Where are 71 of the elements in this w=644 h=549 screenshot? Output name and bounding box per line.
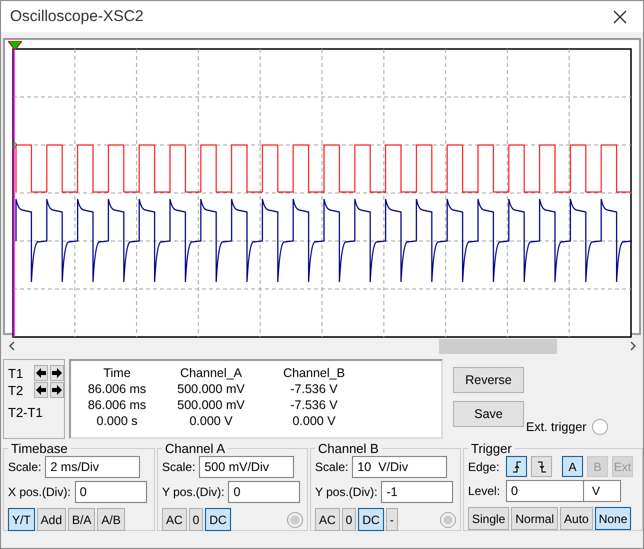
window-title: Oscilloscope-XSC2: [10, 8, 144, 26]
column-header: Channel_B: [282, 365, 346, 381]
falling-edge-icon: [536, 460, 546, 472]
level-field[interactable]: 0: [506, 480, 584, 502]
cursor-right-button[interactable]: [50, 365, 64, 381]
field-label: Y pos.(Div):: [315, 485, 378, 499]
field-label: Scale:: [162, 460, 196, 474]
coupling-button[interactable]: -: [386, 508, 398, 531]
group-title: Channel B: [317, 441, 380, 456]
table-cell-text: 86.006 ms: [86, 381, 148, 397]
table-cell-text: 86.006 ms: [86, 397, 148, 413]
coupling-button[interactable]: AC: [315, 508, 340, 531]
trigger-mode-button[interactable]: None: [594, 507, 632, 530]
coupling-button[interactable]: AC: [162, 508, 187, 531]
scroll-left-icon[interactable]: [8, 341, 16, 351]
scroll-right-icon[interactable]: [629, 341, 637, 351]
cursor-label: T2: [8, 382, 24, 398]
coupling-button[interactable]: DC: [358, 508, 384, 531]
field-label: Scale:: [8, 460, 42, 474]
field-label: Y pos.(Div):: [162, 485, 224, 499]
cursor-marker-icon[interactable]: [8, 41, 22, 50]
cursor-left-button[interactable]: [34, 365, 48, 381]
trace-marker-icon: [12, 142, 17, 148]
display-mode-button[interactable]: A/B: [97, 508, 125, 531]
rising-edge-icon: [512, 460, 522, 472]
edge-button[interactable]: [531, 456, 552, 477]
trigger-mode-button[interactable]: Normal: [511, 507, 558, 530]
scale-field[interactable]: 10 V/Div: [352, 456, 448, 478]
close-icon[interactable]: [613, 10, 627, 24]
column-header: Time: [102, 365, 132, 381]
scroll-thumb[interactable]: [439, 338, 557, 354]
position-field[interactable]: 0: [228, 481, 300, 503]
field-label: Scale:: [315, 460, 348, 474]
cursor-line[interactable]: [13, 49, 15, 337]
cursor-right-button[interactable]: [50, 382, 64, 398]
group-title: Channel A: [164, 441, 226, 456]
trigger-mode-button[interactable]: Auto: [560, 507, 593, 530]
table-cell-text: 500.000 mV: [176, 381, 246, 397]
field-label: Edge:: [468, 460, 500, 474]
table-cell-text: 0.000 V: [291, 413, 337, 429]
cursor-difference-label: T2-T1: [8, 405, 43, 420]
ext-trigger-radio[interactable]: [592, 419, 608, 435]
column-header: Channel_A: [179, 365, 243, 381]
field-label: X pos.(Div):: [8, 485, 71, 499]
display-mode-button[interactable]: B/A: [68, 508, 96, 531]
position-field[interactable]: -1: [381, 481, 454, 503]
table-cell-text: 0.000 V: [188, 413, 234, 429]
display-mode-button[interactable]: Y/T: [8, 508, 35, 531]
group-title: Trigger: [470, 441, 513, 456]
table-cell-text: 0.000 s: [95, 413, 138, 429]
level-unit: V: [583, 480, 621, 502]
reverse-button[interactable]: Reverse: [453, 367, 524, 393]
group-title: Timebase: [10, 441, 69, 456]
cursor-left-button[interactable]: [34, 382, 48, 398]
scale-field[interactable]: 2 ms/Div: [45, 456, 140, 478]
cursor-label: T1: [8, 366, 24, 380]
field-label: Level:: [468, 484, 502, 498]
coupling-button[interactable]: 0: [188, 508, 204, 531]
table-cell-text: 500.000 mV: [176, 397, 246, 413]
edge-button[interactable]: [506, 456, 527, 477]
ext-trigger-label: Ext. trigger: [526, 420, 586, 434]
save-button[interactable]: Save: [453, 401, 524, 427]
coupling-button[interactable]: DC: [205, 508, 231, 531]
coupling-button[interactable]: 0: [342, 508, 356, 531]
table-cell-text: -7.536 V: [289, 397, 339, 413]
table-cell-text: -7.536 V: [289, 381, 339, 397]
display-mode-button[interactable]: Add: [36, 508, 66, 531]
trigger-source-button[interactable]: A: [562, 456, 583, 477]
position-field[interactable]: 0: [74, 481, 147, 503]
trigger-mode-button[interactable]: Single: [468, 507, 510, 530]
scale-field[interactable]: 500 mV/Div: [199, 456, 294, 478]
